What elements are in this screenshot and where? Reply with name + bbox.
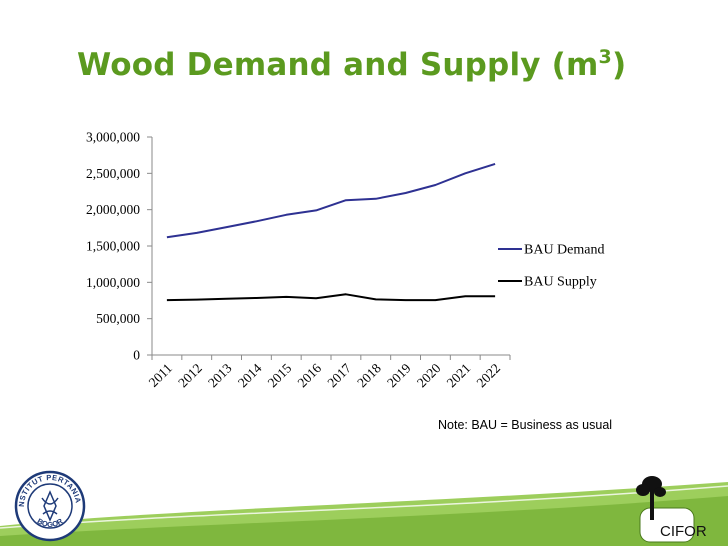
x-tick-label: 2019 [384,360,414,390]
chart-note: Note: BAU = Business as usual [438,418,613,432]
series-line-bau-demand [166,162,496,239]
y-tick-label: 0 [133,348,140,363]
slide: Wood Demand and Supply (m3) 0 500,000 1,00… [0,0,728,546]
y-tick-label: 2,000,000 [86,202,140,217]
y-tick-label: 3,000,000 [86,130,140,145]
series-line-bau-supply [166,293,496,302]
x-tick-label: 2013 [205,360,235,390]
footer-decoration [0,482,728,546]
legend-label: BAU Demand [524,243,605,258]
legend-label: BAU Supply [524,275,597,290]
x-tick-label: 2018 [354,360,384,390]
x-tick-label: 2020 [414,360,444,390]
y-tick-label: 1,000,000 [86,275,140,290]
x-tick-label: 2022 [474,361,504,391]
y-tick-label: 500,000 [96,311,140,326]
x-tick-label: 2014 [235,360,265,390]
x-tick-label: 2021 [444,361,474,391]
y-tick-label: 2,500,000 [86,166,140,181]
y-tick-label: 1,500,000 [86,239,140,254]
x-tick-label: 2017 [324,360,354,390]
line-chart: 0 500,000 1,000,000 1,500,000 2,000,000 2,500… [86,130,605,391]
x-tick-label: 2015 [265,360,295,390]
x-tick-label: 2011 [146,361,175,390]
x-tick-label: 2012 [175,361,205,391]
cifor-logo: CIFOR [636,476,707,543]
ipb-logo: INSTITUT PERTANIAN BOGOR [14,470,86,542]
x-tick-label: 2016 [295,360,325,390]
cifor-text: CIFOR [660,523,707,540]
